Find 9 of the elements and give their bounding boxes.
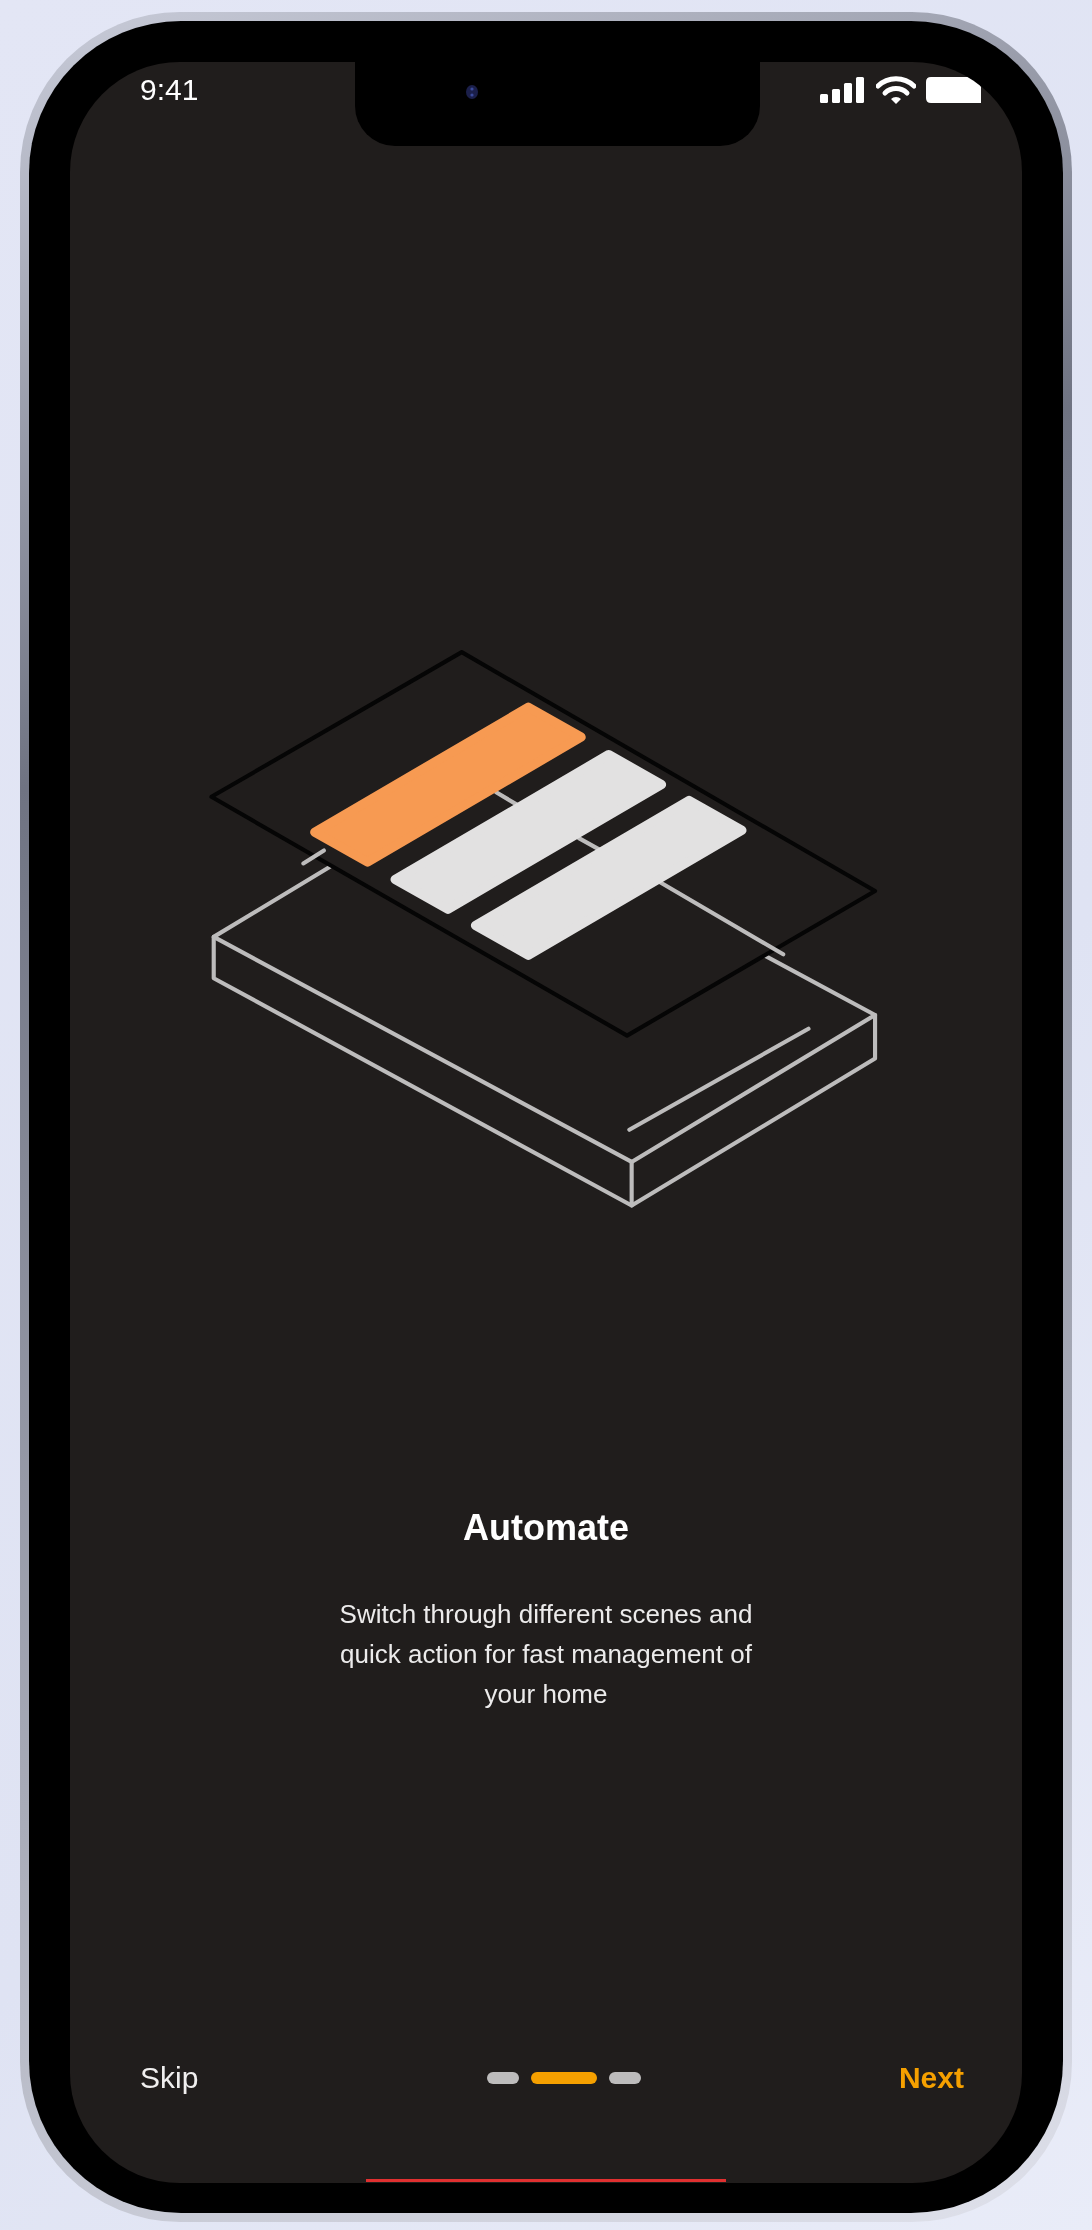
battery-icon [926, 77, 982, 103]
slide-description: Switch through different scenes and quick action for fast management of your home [338, 1598, 754, 1711]
signal-icon [820, 77, 866, 103]
camera-lens-icon [465, 84, 479, 100]
skip-button[interactable]: Skip [140, 2058, 199, 2098]
status-time: 9:41 [140, 72, 199, 108]
next-button[interactable]: Next [898, 2058, 964, 2098]
wifi-icon [876, 75, 916, 105]
slide-title: Automate [463, 1506, 629, 1550]
